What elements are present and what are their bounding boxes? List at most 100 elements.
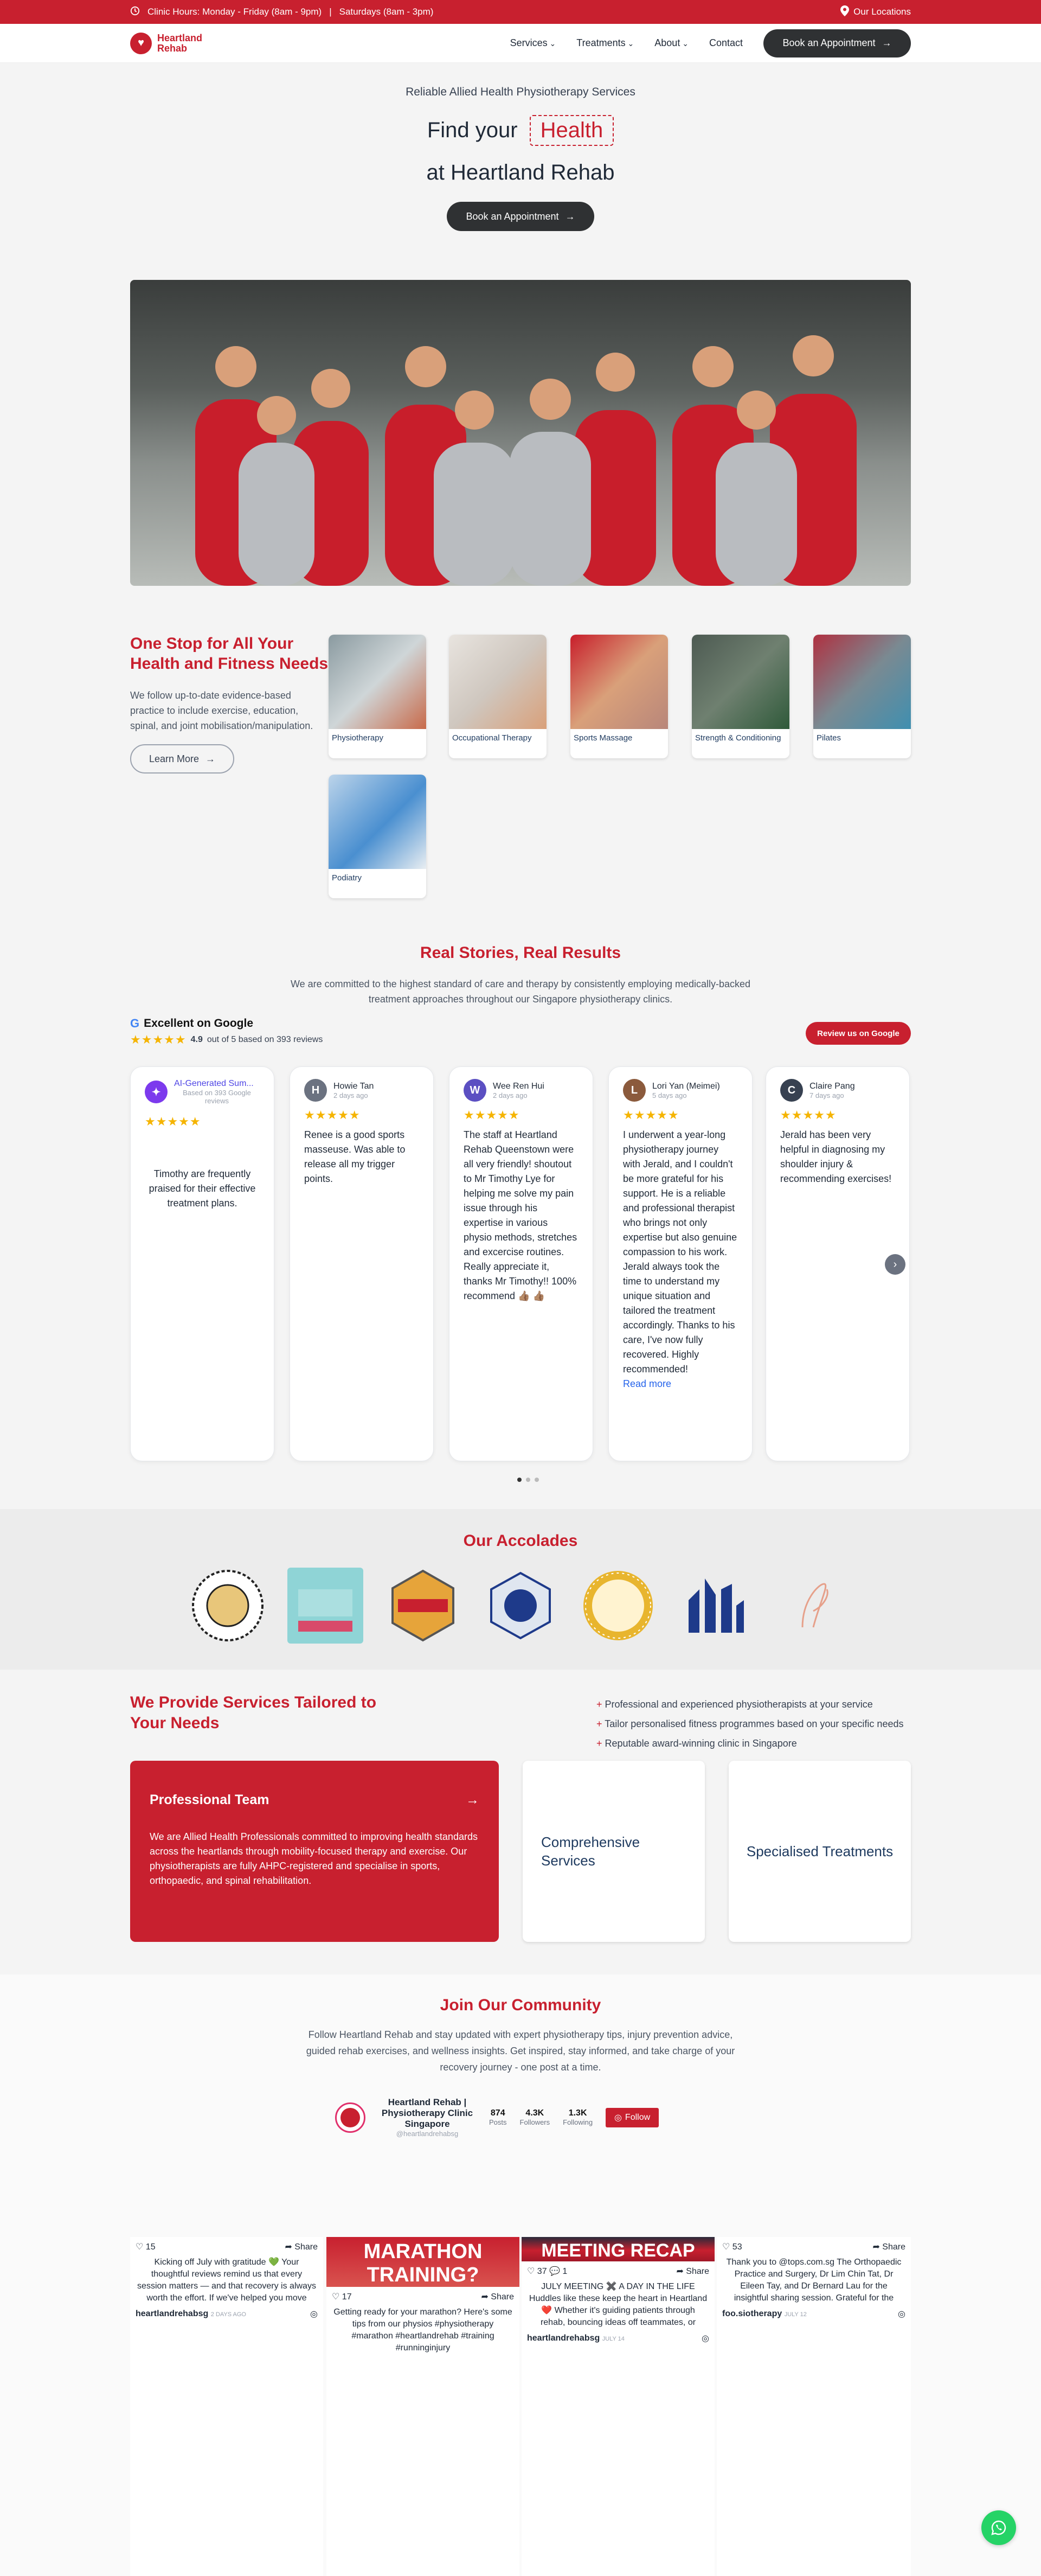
like-stat[interactable]: ♡ 15 <box>136 2241 156 2252</box>
post-username: foo.siotherapy <box>722 2309 782 2318</box>
post-actions: ♡ 15 ➦ Share <box>130 2237 323 2257</box>
review-text: Jerald has been very helpful in diagnosi… <box>780 1129 892 1184</box>
learn-more-label: Learn More <box>149 753 200 764</box>
review-stars-icon: ★★★★★ <box>145 1115 201 1128</box>
review-stars-icon: ★★★★★ <box>464 1108 520 1122</box>
review-stars-icon: ★★★★★ <box>304 1108 361 1122</box>
like-stat[interactable]: ♡ 17 <box>332 2291 352 2302</box>
profile-avatar[interactable] <box>335 2102 365 2133</box>
accolade-best-badge-icon <box>385 1568 461 1644</box>
read-more-link[interactable]: Read more <box>623 1377 738 1391</box>
google-rating-row: ★★★★★ 4.9 out of 5 based on 393 reviews <box>130 1033 323 1047</box>
like-stat[interactable]: ♡ 37 💬 1 <box>527 2266 567 2277</box>
post-username: heartlandrehabsg <box>136 2309 209 2318</box>
logo-mark-icon: ♥ <box>130 32 152 54</box>
review-card: L Lori Yan (Meimei) 5 days ago ★★★★★ I und… <box>608 1066 753 1461</box>
carousel-next-icon[interactable]: › <box>885 1254 905 1275</box>
top-bar: Clinic Hours: Monday - Friday (8am - 9pm… <box>0 0 1041 24</box>
post-caption: Thank you to @tops.com.sg The Orthopaedi… <box>726 2258 902 2303</box>
share-button[interactable]: ➦ Share <box>285 2241 318 2252</box>
accolades-title: Our Accolades <box>463 1532 578 1550</box>
site-logo[interactable]: ♥ Heartland Rehab <box>130 32 203 54</box>
ai-summary-card: ✦ AI-Generated Sum... Based on 393 Google … <box>130 1066 274 1461</box>
tailored-points: + Professional and experienced physiothe… <box>596 1695 903 1753</box>
share-icon: ➦ <box>285 2242 295 2252</box>
post-actions: ♡ 53 ➦ Share <box>717 2237 911 2257</box>
service-card-podiatry[interactable]: Podiatry <box>329 775 426 898</box>
one-stop-title: One Stop for All Your Health and Fitness… <box>130 635 329 673</box>
instagram-post[interactable]: ♡ 53 ➦ Share Thank you to @tops.com.sg Th… <box>717 2237 911 2576</box>
service-label: Strength & Conditioning <box>695 733 781 743</box>
share-icon: ➦ <box>481 2292 491 2302</box>
arrow-right-icon: → <box>882 37 892 48</box>
service-card-sports-massage[interactable]: Sports Massage <box>570 635 668 758</box>
service-card-strength-conditioning[interactable]: Strength & Conditioning <box>692 635 789 758</box>
review-us-on-google-button[interactable]: Review us on Google <box>806 1022 911 1045</box>
carousel-dot[interactable] <box>535 1478 539 1482</box>
service-label: Sports Massage <box>574 733 633 743</box>
followers-stat: 4.3K Followers <box>520 2108 550 2126</box>
nav-services[interactable]: Services <box>510 37 556 49</box>
like-count: 53 <box>732 2242 742 2252</box>
arrow-right-icon: → <box>205 753 216 764</box>
nav-about[interactable]: About <box>654 37 689 49</box>
review-card: W Wee Ren Hui 2 days ago ★★★★★ The staff a… <box>449 1066 593 1461</box>
instagram-icon[interactable]: ◎ <box>310 2309 318 2319</box>
community-title: Join Our Community <box>440 1996 601 2014</box>
instagram-icon[interactable]: ◎ <box>898 2309 905 2319</box>
follow-label: Follow <box>625 2112 651 2122</box>
heart-icon: ♡ <box>527 2267 537 2276</box>
post-actions: ♡ 37 💬 1 ➦ Share <box>522 2261 715 2281</box>
learn-more-button[interactable]: Learn More → <box>130 744 234 774</box>
instagram-icon[interactable]: ◎ <box>702 2333 709 2344</box>
clock-icon <box>130 6 140 18</box>
our-locations-link[interactable]: Our Locations <box>840 5 911 19</box>
card-comprehensive-services[interactable]: Comprehensive Services <box>523 1761 705 1942</box>
hero-title-line1: Find your Health <box>0 115 1041 146</box>
nav-contact[interactable]: Contact <box>709 37 743 49</box>
plus-icon: + <box>596 1699 605 1710</box>
share-icon: ➦ <box>676 2267 686 2276</box>
follow-button[interactable]: ◎ Follow <box>606 2107 659 2127</box>
card-specialised-treatments[interactable]: Specialised Treatments <box>729 1761 911 1942</box>
review-date: 2 days ago <box>333 1091 368 1100</box>
main-navigation: ♥ HeartlandRehab Services Treatments Abo… <box>0 24 1041 63</box>
instagram-post[interactable]: MARATHON TRAINING? ♡ 17 ➦ Share Getting r… <box>326 2237 519 2576</box>
avatar: L <box>623 1079 646 1102</box>
nav-cta-label: Book an Appointment <box>782 37 876 48</box>
service-card-occupational-therapy[interactable]: Occupational Therapy <box>449 635 547 758</box>
avatar: W <box>464 1079 486 1102</box>
instagram-post[interactable]: MEETING RECAP ♡ 37 💬 1 ➦ Share JULY MEETI… <box>522 2237 715 2576</box>
accolade-readers-choice-icon <box>287 1568 363 1644</box>
whatsapp-chat-icon[interactable] <box>981 2510 1016 2545</box>
service-card-physiotherapy[interactable]: Physiotherapy <box>329 635 426 758</box>
share-button[interactable]: ➦ Share <box>481 2291 514 2302</box>
post-caption: Kicking off July with gratitude 💚 Your t… <box>137 2258 316 2303</box>
post-date: JULY 14 <box>602 2336 625 2342</box>
post-date: JULY 12 <box>784 2311 807 2318</box>
weekend-hours-text: Saturdays (8am - 3pm) <box>339 7 434 17</box>
accolade-michelin-icon <box>775 1568 851 1644</box>
carousel-dot[interactable] <box>526 1478 530 1482</box>
card-title: Professional Team <box>150 1792 269 1807</box>
nav-treatments[interactable]: Treatments <box>576 37 634 49</box>
following-label: Following <box>563 2118 593 2126</box>
share-button[interactable]: ➦ Share <box>676 2266 709 2277</box>
logo-line-1: Heartland <box>157 32 203 43</box>
hero-book-appointment-button[interactable]: Book an Appointment → <box>447 202 594 231</box>
carousel-dots <box>517 1478 539 1482</box>
hero-title-line2: at Heartland Rehab <box>426 161 615 184</box>
avatar: H <box>304 1079 327 1102</box>
card-professional-team[interactable]: Professional Team → We are Allied Health … <box>130 1761 499 1942</box>
nav-book-appointment-button[interactable]: Book an Appointment → <box>763 29 911 57</box>
reviews-title: Real Stories, Real Results <box>420 944 621 962</box>
service-card-pilates[interactable]: Pilates <box>813 635 911 758</box>
instagram-post[interactable]: ♡ 15 ➦ Share Kicking off July with gratit… <box>130 2237 323 2576</box>
heart-icon: ♡ <box>332 2292 342 2302</box>
tailored-point-text: Reputable award-winning clinic in Singap… <box>605 1738 797 1749</box>
like-stat[interactable]: ♡ 53 <box>722 2241 742 2252</box>
share-button[interactable]: ➦ Share <box>872 2241 905 2252</box>
reviews-intro: We are committed to the highest standard… <box>290 979 751 1005</box>
carousel-dot-active[interactable] <box>517 1478 522 1482</box>
profile-name: Heartland Rehab | Physiotherapy Clinic S… <box>381 2097 473 2129</box>
